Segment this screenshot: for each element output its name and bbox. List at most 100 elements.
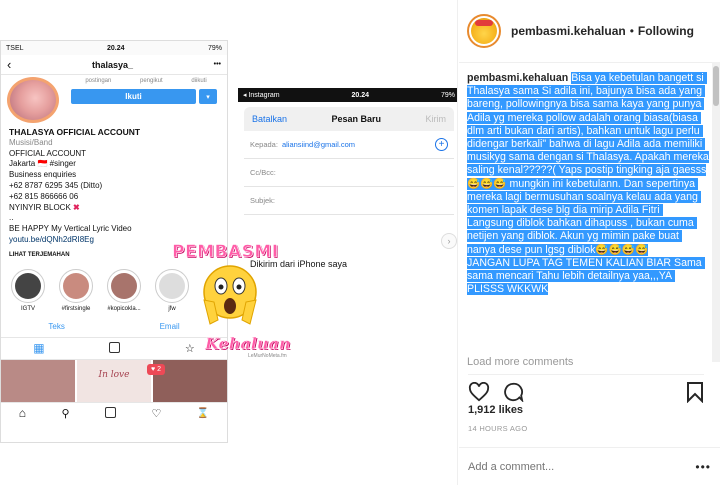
highlight-thumbnail <box>63 272 89 299</box>
status-app: ◂ Instagram <box>243 92 280 99</box>
profile-summary: postingan pengikut diikuti Ikuti ▾ <box>1 75 227 127</box>
comment-icon[interactable] <box>502 382 524 402</box>
following-button[interactable]: Following <box>638 24 694 38</box>
field-label: Kepada: <box>250 140 278 149</box>
grid-caption: In love <box>98 369 130 380</box>
highlight-igtv: IGTV <box>9 268 47 312</box>
contact-tabs: Teks Email <box>1 312 227 338</box>
bio-line-block: NYINYIR BLOCK ✖ <box>9 203 219 214</box>
highlight-thumbnail <box>111 272 137 299</box>
stat-posts: postingan <box>85 78 112 84</box>
profile-bio: THALASYA OFFICIAL ACCOUNT Musisi/Band OF… <box>1 127 227 261</box>
bio-video: BE HAPPY My Vertical Lyric Video <box>9 224 132 234</box>
watermark-subtitle: Kehaluan <box>205 334 291 353</box>
bio-category: Musisi/Band <box>9 137 53 147</box>
more-icon: ••• <box>213 61 221 68</box>
screaming-face-icon <box>203 265 257 325</box>
more-options-icon[interactable]: ••• <box>695 460 711 474</box>
bio-dots: .. <box>9 213 14 223</box>
bio-line: +62 8787 6295 345 (Ditto) <box>9 180 103 190</box>
stat-followers: pengikut <box>139 78 163 84</box>
highlight-thumbnail <box>15 272 41 299</box>
watermark-title: PEMBASMI <box>172 242 279 263</box>
bio-line: NYINYIR BLOCK <box>9 202 71 212</box>
highlight-label: #firstsingle <box>61 305 91 312</box>
highlight-firstsingle: #firstsingle <box>57 268 95 312</box>
igtv-icon <box>109 341 121 355</box>
to-field: Kepada: aliansiind@gmail.com + <box>244 131 454 159</box>
scroll-thumb[interactable] <box>713 66 719 106</box>
grid-thumbnail: In love <box>77 359 151 402</box>
post-timestamp: 14 HOURS AGO <box>468 424 528 433</box>
status-bar: TSEL 20.24 79% <box>1 41 227 55</box>
watermark-credit: LeMurNoMeta.fm <box>248 353 287 359</box>
x-mark-icon: ✖ <box>73 202 80 212</box>
post-header: pembasmi.kehaluan • Following <box>459 0 720 63</box>
bio-line: Business enquiries <box>9 170 77 180</box>
post-grid: In love ♥ 2 <box>1 359 227 402</box>
profile-icon: ⌛ <box>196 407 210 419</box>
subject-field: Subjek: <box>244 187 454 215</box>
post-image: TSEL 20.24 79% ‹ thalasya_ ••• postingan… <box>0 0 458 485</box>
tab-email: Email <box>159 321 180 331</box>
grid-tabs: ▦ ☆ <box>1 338 227 360</box>
scrollbar[interactable] <box>712 62 720 362</box>
bio-name: THALASYA OFFICIAL ACCOUNT <box>9 127 141 137</box>
clock: 20.24 <box>351 91 370 99</box>
highlight-label: IGTV <box>20 305 35 312</box>
search-icon: ⚲ <box>61 407 70 420</box>
highlight-label: jfw <box>168 305 176 312</box>
notification-badge: ♥ 2 <box>147 363 166 375</box>
battery: 79% <box>440 91 455 99</box>
story-highlights: IGTV #firstsingle #kopicokla... jfw <box>1 261 227 312</box>
next-arrow-icon[interactable]: › <box>441 233 457 249</box>
caption-text: Bisa ya kebetulan bangett si Thalasya sa… <box>467 72 709 296</box>
grid-thumbnail <box>1 359 75 402</box>
likes-count[interactable]: 1,912 likes <box>468 404 523 416</box>
comment-box: ••• <box>459 447 720 485</box>
bottom-nav: ⌂ ⚲ ♡ ⌛ <box>1 401 227 424</box>
cancel-button: Batalkan <box>252 114 288 124</box>
field-label: Cc/Bcc: <box>250 168 276 177</box>
cc-field: Cc/Bcc: <box>244 159 454 187</box>
profile-stats: postingan pengikut diikuti <box>71 78 221 84</box>
mail-title: Pesan Baru <box>331 114 382 124</box>
tagged-icon: ☆ <box>184 342 195 355</box>
chevron-down-icon: ▾ <box>199 89 217 104</box>
grid-thumbnail: ♥ 2 <box>147 359 227 402</box>
carrier: TSEL <box>6 44 24 52</box>
add-recipient-icon: + <box>435 138 448 151</box>
bookmark-icon[interactable] <box>686 381 704 403</box>
status-bar: ◂ Instagram 20.24 79% <box>238 88 457 102</box>
comment-input[interactable] <box>468 460 668 473</box>
field-value: aliansiind@gmail.com <box>281 140 356 149</box>
avatar-image <box>471 18 497 44</box>
clock: 20.24 <box>106 44 125 52</box>
highlight-thumbnail <box>159 272 185 299</box>
follow-button: Ikuti <box>71 89 196 104</box>
add-icon <box>104 406 116 420</box>
mail-toolbar: Batalkan Pesan Baru Kirim <box>244 107 454 131</box>
grid-icon: ▦ <box>33 341 45 356</box>
home-icon: ⌂ <box>18 406 26 421</box>
bio-line: Jakarta 🇮🇩 #singer <box>9 159 76 169</box>
profile-username: thalasya_ <box>91 59 133 70</box>
bio-line: OFFICIAL ACCOUNT <box>9 148 87 158</box>
highlight-label: #kopicokla... <box>107 305 141 312</box>
caption-username[interactable]: pembasmi.kehaluan <box>467 72 568 84</box>
field-label: Subjek: <box>250 196 276 205</box>
battery: 79% <box>207 44 222 52</box>
highlight-kopicokla: #kopicokla... <box>105 268 143 312</box>
tab-text: Teks <box>48 321 65 331</box>
load-more-comments[interactable]: Load more comments <box>467 356 573 368</box>
stat-following: diikuti <box>191 78 207 84</box>
action-bar <box>468 374 704 403</box>
back-icon: ‹ <box>7 57 12 72</box>
avatar[interactable] <box>467 14 501 48</box>
avatar <box>7 77 59 123</box>
highlight-jfw: jfw <box>153 268 191 312</box>
header-separator: • <box>629 24 634 38</box>
profile-header: ‹ thalasya_ ••• <box>1 55 227 75</box>
like-icon[interactable] <box>468 381 490 402</box>
header-username[interactable]: pembasmi.kehaluan <box>511 24 626 38</box>
